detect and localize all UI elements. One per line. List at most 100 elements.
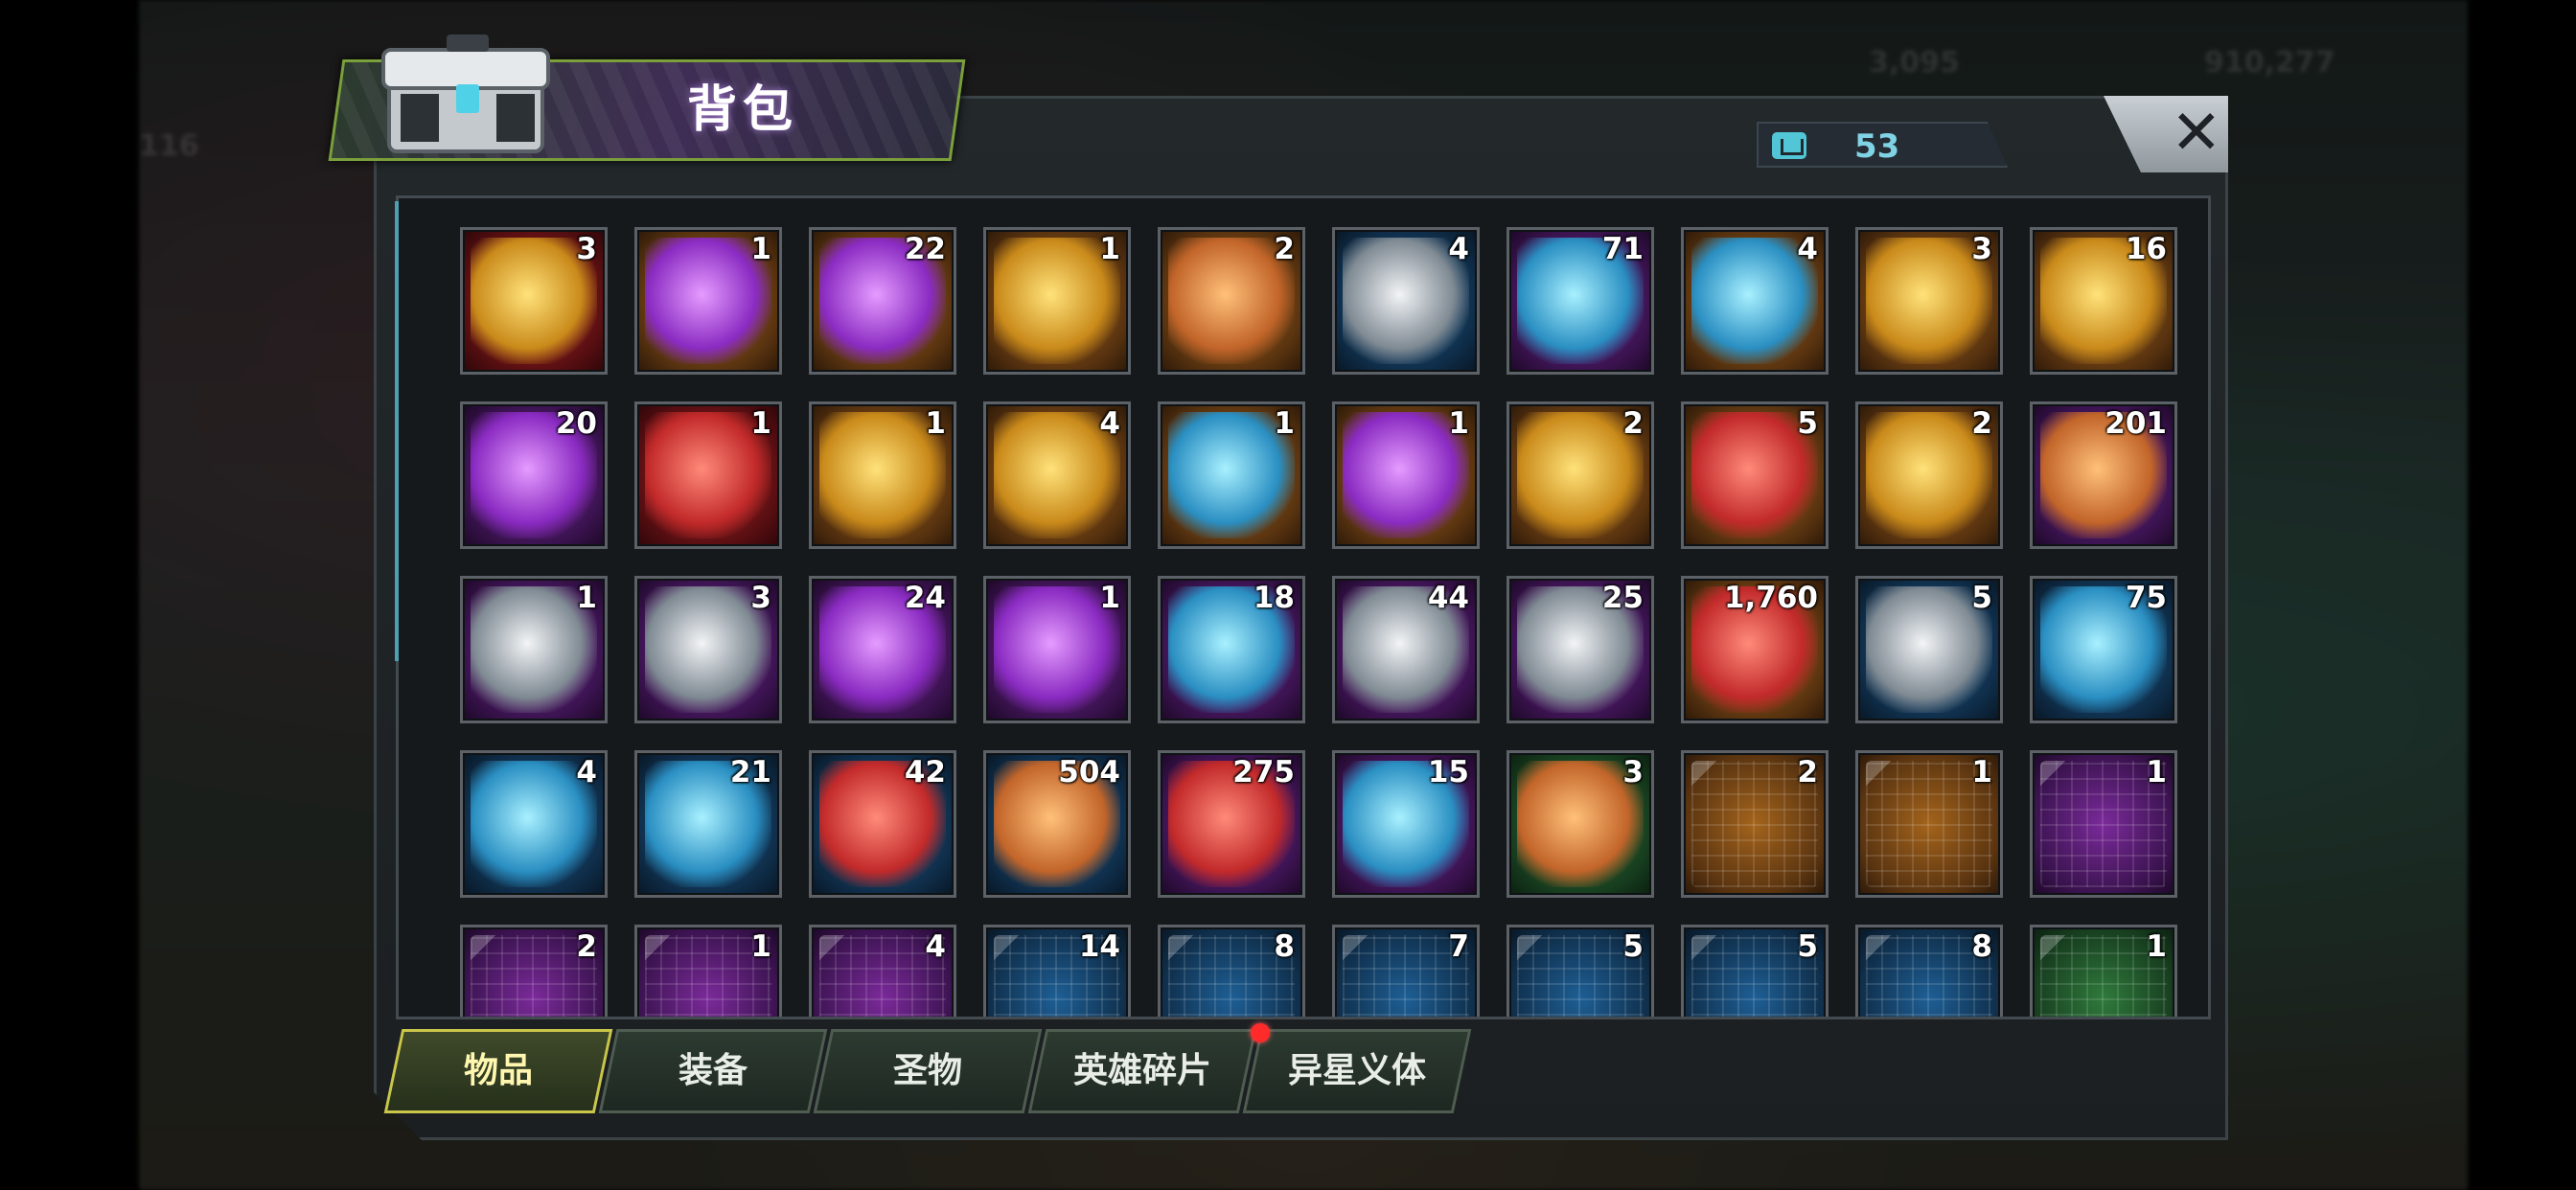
item-count: 3	[750, 581, 771, 615]
item-slot[interactable]: 25	[1506, 576, 1654, 723]
item-slot[interactable]: 24	[809, 576, 956, 723]
tab-label: 装备	[678, 1051, 748, 1090]
item-slot[interactable]: 3	[1506, 750, 1654, 898]
item-count: 75	[2125, 581, 2167, 615]
bag-capacity-icon	[1772, 132, 1806, 159]
item-slot[interactable]: 2	[1506, 401, 1654, 549]
item-count: 4	[1099, 406, 1120, 441]
item-count: 5	[1797, 406, 1818, 441]
item-slot[interactable]: 3	[460, 227, 608, 375]
item-slot[interactable]: 1	[983, 227, 1131, 375]
item-count: 1	[1099, 581, 1120, 615]
item-count: 1	[1971, 755, 1992, 790]
tab-label: 圣物	[892, 1051, 962, 1090]
bg-resource-b: 910,277	[2204, 46, 2335, 80]
item-slot[interactable]: 1	[1855, 750, 2003, 898]
item-slot[interactable]: 5	[1506, 925, 1654, 1017]
item-count: 1	[750, 232, 771, 266]
item-slot[interactable]: 22	[809, 227, 956, 375]
item-count: 4	[925, 929, 946, 964]
item-slot[interactable]: 16	[2030, 227, 2177, 375]
item-count: 2	[1274, 232, 1295, 266]
item-slot[interactable]: 1	[983, 576, 1131, 723]
item-slot[interactable]: 1	[634, 401, 782, 549]
item-slot[interactable]: 42	[809, 750, 956, 898]
item-count: 5	[1622, 929, 1644, 964]
item-count: 1	[576, 581, 597, 615]
item-slot[interactable]: 21	[634, 750, 782, 898]
item-count: 1	[750, 929, 771, 964]
item-count: 21	[729, 755, 771, 790]
item-slot[interactable]: 4	[809, 925, 956, 1017]
item-slot[interactable]: 3	[1855, 227, 2003, 375]
item-slot[interactable]: 1	[809, 401, 956, 549]
item-slot[interactable]: 2	[1681, 750, 1828, 898]
item-slot[interactable]: 2	[1855, 401, 2003, 549]
item-slot[interactable]: 275	[1158, 750, 1305, 898]
item-slot[interactable]: 504	[983, 750, 1131, 898]
item-slot[interactable]: 5	[1681, 401, 1828, 549]
chest-icon	[381, 34, 550, 153]
item-slot[interactable]: 3	[634, 576, 782, 723]
item-slot[interactable]: 4	[983, 401, 1131, 549]
item-count: 2	[1971, 406, 1992, 441]
item-count: 4	[1797, 232, 1818, 266]
close-icon: ✕	[2171, 98, 2222, 169]
item-slot[interactable]: 1	[634, 227, 782, 375]
item-slot[interactable]: 1	[2030, 750, 2177, 898]
item-slot[interactable]: 1	[1332, 401, 1480, 549]
item-slot[interactable]: 1,760	[1681, 576, 1828, 723]
item-slot[interactable]: 8	[1158, 925, 1305, 1017]
item-count: 44	[1427, 581, 1469, 615]
item-count: 20	[555, 406, 597, 441]
notification-dot	[1251, 1023, 1270, 1042]
bg-resource-a: 3,095	[1869, 46, 1960, 80]
item-slot[interactable]: 8	[1855, 925, 2003, 1017]
item-count: 24	[904, 581, 946, 615]
item-slot[interactable]: 44	[1332, 576, 1480, 723]
page-title: 背包	[686, 81, 798, 139]
item-slot[interactable]: 5	[1681, 925, 1828, 1017]
scrollbar[interactable]	[395, 201, 399, 661]
item-slot[interactable]: 7	[1332, 925, 1480, 1017]
item-count: 1,760	[1723, 581, 1818, 615]
item-count: 16	[2125, 232, 2167, 266]
item-count: 22	[904, 232, 946, 266]
item-slot[interactable]: 75	[2030, 576, 2177, 723]
item-count: 4	[576, 755, 597, 790]
item-slot[interactable]: 14	[983, 925, 1131, 1017]
item-slot[interactable]: 2	[1158, 227, 1305, 375]
item-count: 5	[1797, 929, 1818, 964]
item-count: 25	[1601, 581, 1644, 615]
item-slot[interactable]: 5	[1855, 576, 2003, 723]
item-slot[interactable]: 201	[2030, 401, 2177, 549]
tab-label: 英雄碎片	[1072, 1051, 1211, 1090]
capacity-value: 53	[1854, 127, 1900, 166]
capacity-display: 53	[1757, 122, 2008, 168]
item-grid[interactable]: 3 1 22 1 2 4 71 4 3 16 20 1 1 4 1 1 2 5 2 201 1 3 24 1 18 44 25 1,7…	[396, 195, 2211, 1019]
item-slot[interactable]: 1	[634, 925, 782, 1017]
item-slot[interactable]: 15	[1332, 750, 1480, 898]
item-count: 15	[1427, 755, 1469, 790]
item-slot[interactable]: 20	[460, 401, 608, 549]
item-slot[interactable]: 1	[2030, 925, 2177, 1017]
item-count: 71	[1601, 232, 1644, 266]
tab-label: 异星义体	[1287, 1051, 1426, 1090]
tab-label: 物品	[463, 1051, 533, 1090]
item-slot[interactable]: 1	[1158, 401, 1305, 549]
item-count: 5	[1971, 581, 1992, 615]
item-slot[interactable]: 71	[1506, 227, 1654, 375]
item-count: 201	[2104, 406, 2167, 441]
item-slot[interactable]: 1	[460, 576, 608, 723]
item-slot[interactable]: 4	[460, 750, 608, 898]
item-slot[interactable]: 18	[1158, 576, 1305, 723]
item-slot[interactable]: 4	[1681, 227, 1828, 375]
item-slot[interactable]: 4	[1332, 227, 1480, 375]
item-count: 504	[1058, 755, 1120, 790]
item-count: 4	[1448, 232, 1469, 266]
item-count: 1	[925, 406, 946, 441]
item-count: 18	[1253, 581, 1295, 615]
item-grid-inner: 3 1 22 1 2 4 71 4 3 16 20 1 1 4 1 1 2 5 2 201 1 3 24 1 18 44 25 1,7…	[422, 217, 2204, 1017]
item-count: 1	[1099, 232, 1120, 266]
item-slot[interactable]: 2	[460, 925, 608, 1017]
